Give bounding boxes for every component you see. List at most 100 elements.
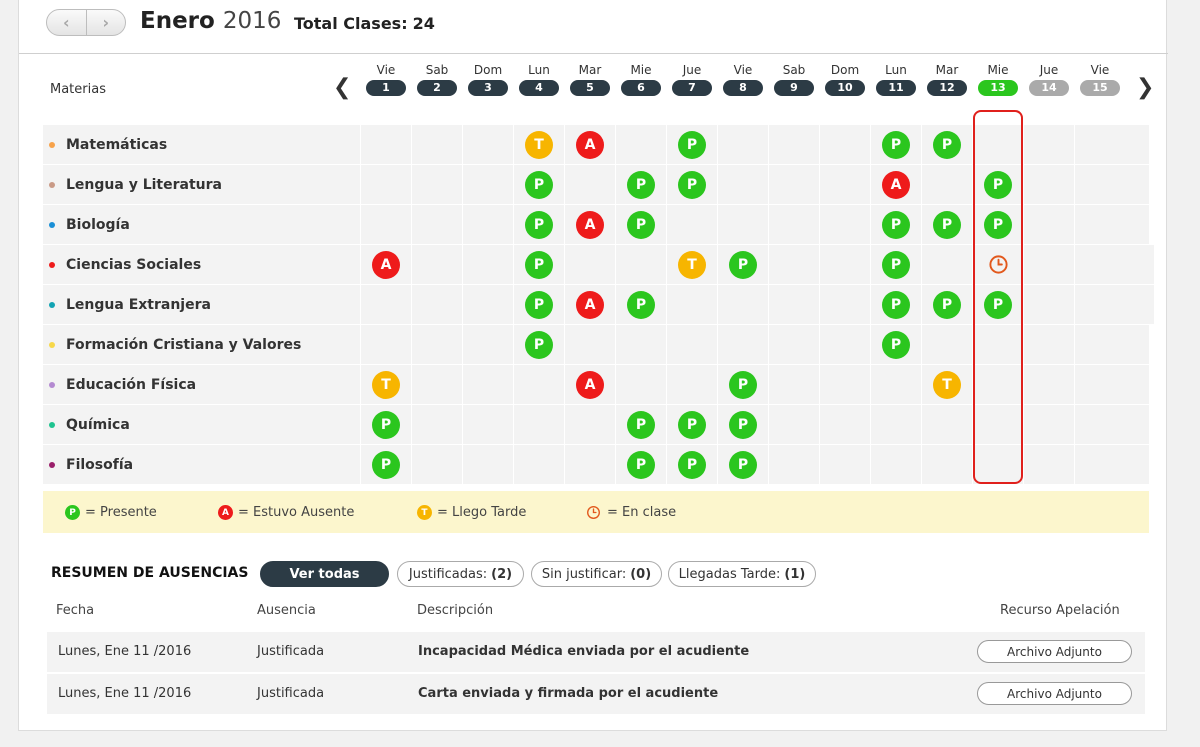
absent-mark[interactable]: A	[372, 250, 400, 279]
present-mark[interactable]: P	[882, 330, 910, 359]
present-mark[interactable]: P	[525, 210, 553, 239]
present-mark[interactable]: P	[525, 250, 553, 279]
attendance-cell[interactable]: P	[717, 245, 768, 284]
present-mark[interactable]: P	[933, 290, 961, 319]
day-column-header[interactable]: Lun 4	[514, 63, 564, 96]
attendance-cell[interactable]: P	[513, 285, 564, 324]
present-mark[interactable]: P	[882, 290, 910, 319]
present-mark[interactable]: P	[627, 410, 655, 439]
present-mark[interactable]: P	[984, 170, 1012, 199]
present-mark[interactable]: P	[729, 250, 757, 279]
attendance-cell[interactable]: P	[972, 205, 1023, 244]
next-month-button[interactable]: ›	[85, 10, 126, 35]
attendance-cell[interactable]: P	[615, 445, 666, 484]
present-mark[interactable]: P	[627, 450, 655, 479]
attendance-cell[interactable]: P	[870, 285, 921, 324]
late-mark[interactable]: T	[372, 370, 400, 399]
filter-justificadas[interactable]: Justificadas: (2)	[397, 561, 524, 587]
present-mark[interactable]: P	[729, 370, 757, 399]
attendance-cell[interactable]: A	[564, 125, 615, 164]
present-mark[interactable]: P	[627, 170, 655, 199]
attendance-cell[interactable]: P	[513, 325, 564, 364]
absent-mark[interactable]: A	[882, 170, 910, 199]
prev-days-button[interactable]: ❮	[333, 74, 351, 102]
present-mark[interactable]: P	[729, 450, 757, 479]
present-mark[interactable]: P	[627, 210, 655, 239]
filter-sin-justificar[interactable]: Sin justificar: (0)	[531, 561, 662, 587]
attendance-cell[interactable]: P	[666, 165, 717, 204]
attendance-cell[interactable]: P	[921, 205, 972, 244]
attendance-cell[interactable]: P	[921, 125, 972, 164]
attendance-cell[interactable]: A	[360, 245, 411, 284]
attendance-cell[interactable]: A	[564, 285, 615, 324]
day-column-header[interactable]: Mar 12	[922, 63, 972, 96]
attendance-cell[interactable]: T	[666, 245, 717, 284]
day-column-header[interactable]: Lun 11	[871, 63, 921, 96]
attendance-cell[interactable]: A	[564, 365, 615, 404]
absent-mark[interactable]: A	[576, 130, 604, 159]
present-mark[interactable]: P	[372, 410, 400, 439]
late-mark[interactable]: T	[525, 130, 553, 159]
attendance-cell[interactable]: P	[921, 285, 972, 324]
absent-mark[interactable]: A	[576, 290, 604, 319]
attendance-cell[interactable]: P	[717, 365, 768, 404]
attendance-cell[interactable]: P	[972, 285, 1023, 324]
day-column-header[interactable]: Mie 13	[973, 63, 1023, 96]
attendance-cell[interactable]: A	[870, 165, 921, 204]
present-mark[interactable]: P	[882, 130, 910, 159]
day-column-header[interactable]: Vie 8	[718, 63, 768, 96]
attendance-cell[interactable]	[972, 245, 1023, 284]
attendance-cell[interactable]: P	[615, 205, 666, 244]
attendance-cell[interactable]: P	[870, 245, 921, 284]
present-mark[interactable]: P	[882, 210, 910, 239]
attendance-cell[interactable]: P	[870, 125, 921, 164]
day-column-header[interactable]: Sab 2	[412, 63, 462, 96]
attendance-cell[interactable]: P	[717, 405, 768, 444]
day-column-header[interactable]: Sab 9	[769, 63, 819, 96]
late-mark[interactable]: T	[933, 370, 961, 399]
attendance-cell[interactable]: P	[870, 205, 921, 244]
filter-llegadas-tarde[interactable]: Llegadas Tarde: (1)	[668, 561, 816, 587]
present-mark[interactable]: P	[678, 410, 706, 439]
attendance-cell[interactable]: P	[666, 125, 717, 164]
present-mark[interactable]: P	[678, 450, 706, 479]
day-column-header[interactable]: Vie 1	[361, 63, 411, 96]
present-mark[interactable]: P	[882, 250, 910, 279]
day-column-header[interactable]: Mar 5	[565, 63, 615, 96]
attachment-button[interactable]: Archivo Adjunto	[977, 640, 1132, 663]
attendance-cell[interactable]: P	[870, 325, 921, 364]
filter-ver-todas[interactable]: Ver todas	[260, 561, 389, 587]
day-column-header[interactable]: Dom 10	[820, 63, 870, 96]
attachment-button[interactable]: Archivo Adjunto	[977, 682, 1132, 705]
attendance-cell[interactable]: P	[360, 405, 411, 444]
day-column-header[interactable]: Mie 6	[616, 63, 666, 96]
attendance-cell[interactable]: P	[615, 285, 666, 324]
late-mark[interactable]: T	[678, 250, 706, 279]
attendance-cell[interactable]: P	[666, 405, 717, 444]
present-mark[interactable]: P	[984, 290, 1012, 319]
present-mark[interactable]: P	[627, 290, 655, 319]
day-column-header[interactable]: Jue 14	[1024, 63, 1074, 96]
attendance-cell[interactable]: T	[360, 365, 411, 404]
attendance-cell[interactable]: T	[921, 365, 972, 404]
present-mark[interactable]: P	[729, 410, 757, 439]
attendance-cell[interactable]: P	[513, 165, 564, 204]
attendance-cell[interactable]: P	[360, 445, 411, 484]
present-mark[interactable]: P	[525, 290, 553, 319]
attendance-cell[interactable]: P	[615, 405, 666, 444]
prev-month-button[interactable]: ‹	[47, 10, 86, 35]
present-mark[interactable]: P	[525, 170, 553, 199]
attendance-cell[interactable]: T	[513, 125, 564, 164]
attendance-cell[interactable]: P	[972, 165, 1023, 204]
next-days-button[interactable]: ❯	[1136, 74, 1154, 102]
attendance-cell[interactable]: P	[717, 445, 768, 484]
present-mark[interactable]: P	[525, 330, 553, 359]
present-mark[interactable]: P	[984, 210, 1012, 239]
absent-mark[interactable]: A	[576, 370, 604, 399]
present-mark[interactable]: P	[372, 450, 400, 479]
absent-mark[interactable]: A	[576, 210, 604, 239]
day-column-header[interactable]: Vie 15	[1075, 63, 1125, 96]
attendance-cell[interactable]: A	[564, 205, 615, 244]
attendance-cell[interactable]: P	[666, 445, 717, 484]
present-mark[interactable]: P	[933, 210, 961, 239]
